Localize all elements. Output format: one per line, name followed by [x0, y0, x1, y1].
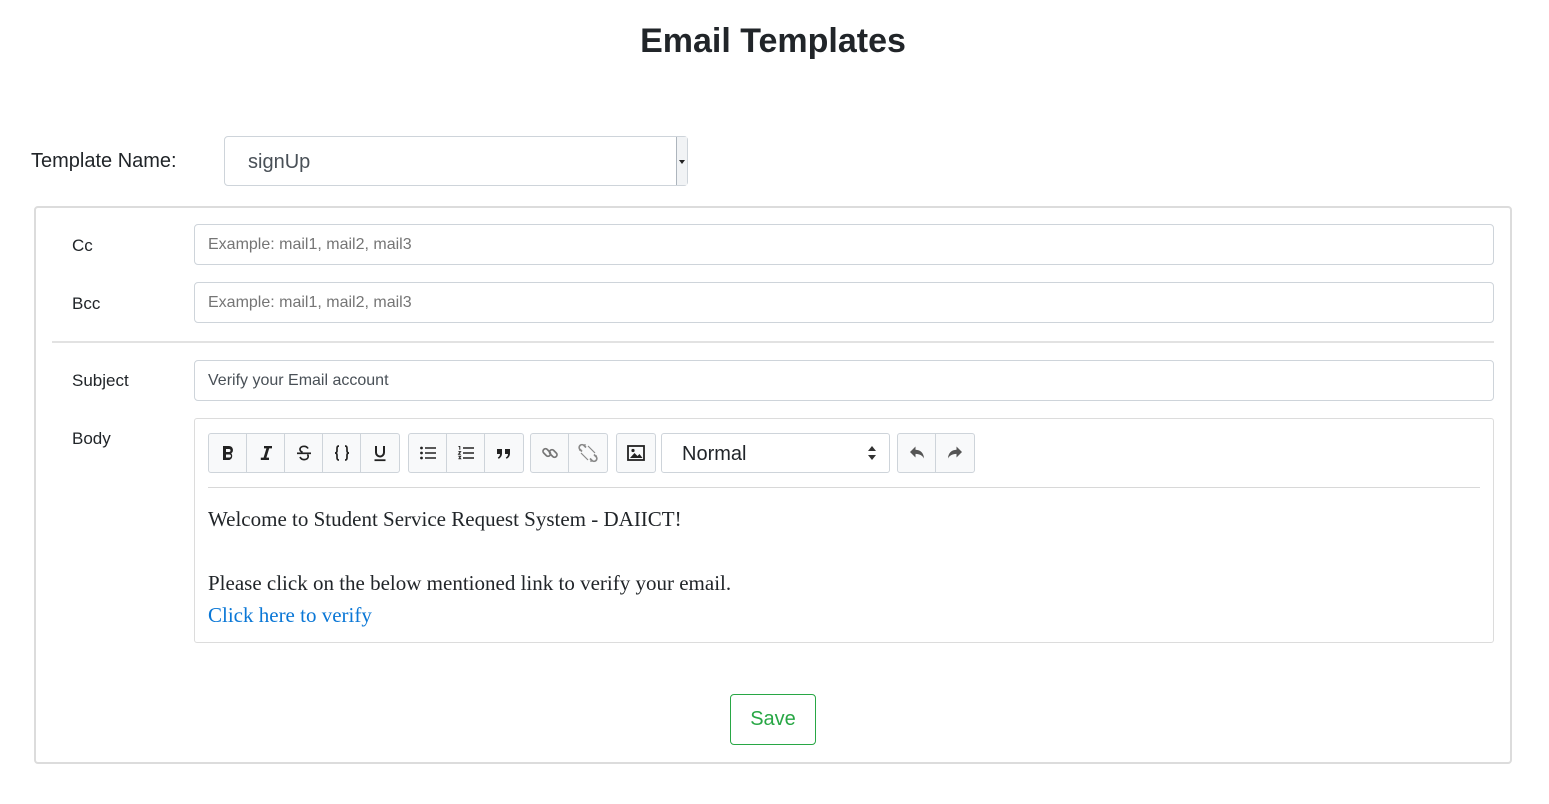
dropdown-arrow-icon: [676, 137, 687, 185]
toolbar-group-media: [616, 433, 656, 473]
toolbar-group-links: [530, 433, 608, 473]
blockquote-icon[interactable]: [485, 434, 523, 472]
toolbar-group-block: [408, 433, 524, 473]
toolbar-separator: [208, 487, 1480, 488]
format-select-value: Normal: [682, 443, 747, 465]
redo-icon[interactable]: [936, 434, 974, 472]
verify-link[interactable]: Click here to verify: [208, 599, 731, 631]
body-line-welcome: Welcome to Student Service Request Syste…: [208, 507, 682, 531]
toolbar-group-history: [897, 433, 975, 473]
italic-icon[interactable]: [247, 434, 285, 472]
subject-label: Subject: [72, 371, 129, 390]
page-title: Email Templates: [640, 22, 906, 60]
template-selected-value: signUp: [248, 151, 311, 173]
body-editor: Normal Welcome to Student Service Reques…: [194, 418, 1494, 643]
template-name-label: Template Name:: [31, 150, 177, 172]
numbered-list-icon[interactable]: [447, 434, 485, 472]
body-label: Body: [72, 429, 111, 448]
subject-input[interactable]: [194, 360, 1494, 401]
sort-caret-icon: [868, 446, 876, 460]
underline-icon[interactable]: [361, 434, 399, 472]
bullet-list-icon[interactable]: [409, 434, 447, 472]
divider: [52, 341, 1494, 343]
format-select[interactable]: Normal: [661, 433, 890, 473]
bcc-label: Bcc: [72, 294, 101, 313]
strikethrough-icon[interactable]: [285, 434, 323, 472]
cc-label: Cc: [72, 236, 93, 255]
bcc-input[interactable]: [194, 282, 1494, 323]
body-line-instruction: Please click on the below mentioned link…: [208, 571, 732, 595]
unlink-icon[interactable]: [569, 434, 607, 472]
editor-content[interactable]: Welcome to Student Service Request Syste…: [208, 503, 731, 631]
toolbar-group-inline: [208, 433, 400, 473]
image-icon[interactable]: [617, 434, 655, 472]
link-icon[interactable]: [531, 434, 569, 472]
bold-icon[interactable]: [209, 434, 247, 472]
cc-input[interactable]: [194, 224, 1494, 265]
undo-icon[interactable]: [898, 434, 936, 472]
code-icon[interactable]: [323, 434, 361, 472]
body-blank-line: [208, 535, 731, 567]
save-button[interactable]: Save: [730, 694, 816, 745]
template-select[interactable]: signUp: [224, 136, 688, 186]
